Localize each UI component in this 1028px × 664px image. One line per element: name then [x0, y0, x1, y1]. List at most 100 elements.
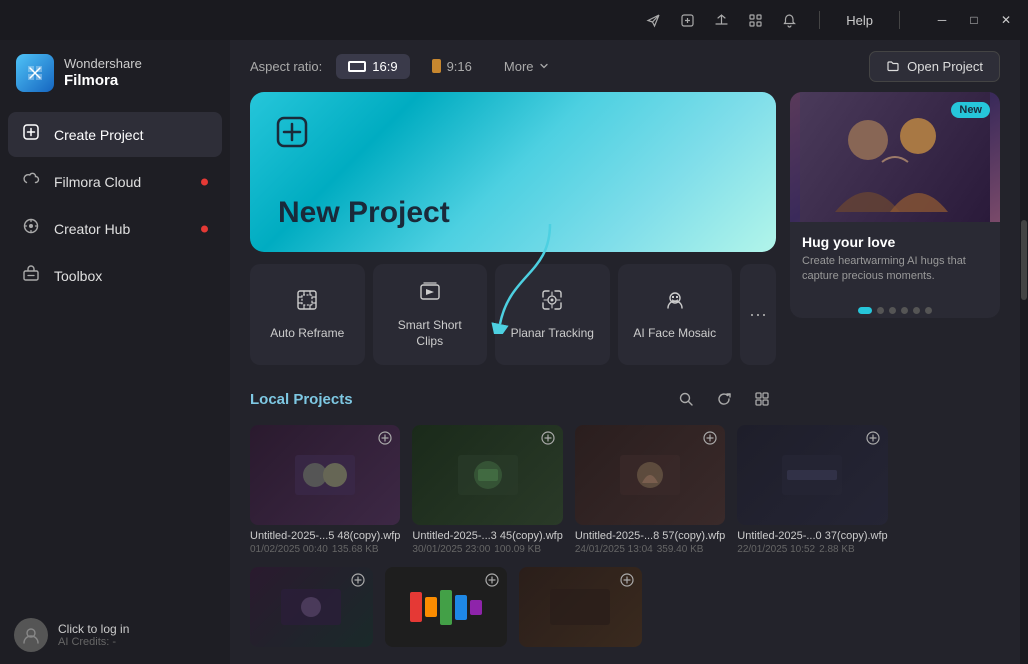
project-card-5[interactable] — [250, 567, 373, 647]
project-card-6[interactable] — [385, 567, 508, 647]
open-project-button[interactable]: Open Project — [869, 51, 1000, 82]
upload-icon-5 — [351, 573, 365, 590]
close-button[interactable]: ✕ — [992, 9, 1020, 31]
more-button[interactable]: More — [494, 54, 560, 79]
promo-dots — [790, 307, 1000, 314]
project-card-1[interactable]: Untitled-2025-...5 48(copy).wfp 01/02/20… — [250, 425, 400, 555]
project-card-3[interactable]: Untitled-2025-...8 57(copy).wfp 24/01/20… — [575, 425, 725, 555]
creator-hub-notification-dot — [201, 225, 208, 232]
aspect-16-9-label: 16:9 — [372, 59, 397, 74]
titlebar-divider — [819, 11, 820, 29]
auto-reframe-label: Auto Reframe — [270, 326, 344, 342]
help-button[interactable]: Help — [840, 11, 879, 30]
scrollbar-track[interactable] — [1020, 40, 1028, 664]
smart-short-clips-icon — [418, 280, 442, 310]
aspect-9-16-button[interactable]: 9:16 — [420, 54, 484, 79]
planar-tracking-label: Planar Tracking — [511, 326, 594, 342]
project-name-2: Untitled-2025-...3 45(copy).wfp — [412, 530, 562, 542]
promo-column: New — [790, 92, 1000, 647]
auto-reframe-icon — [295, 288, 319, 318]
aspect-tall-icon — [432, 59, 441, 73]
refresh-button[interactable] — [710, 385, 738, 413]
sidebar-footer[interactable]: Click to log in AI Credits: - — [0, 606, 230, 664]
project-thumbnail-5 — [250, 567, 373, 647]
sidebar-item-toolbox[interactable]: Toolbox — [8, 253, 222, 298]
more-tools-button[interactable]: ··· — [740, 264, 776, 365]
window-controls: ─ □ ✕ — [928, 9, 1020, 31]
sidebar-item-filmora-cloud[interactable]: Filmora Cloud — [8, 159, 222, 204]
credits-label: AI Credits: - — [58, 636, 129, 648]
ai-face-mosaic-label: AI Face Mosaic — [633, 326, 716, 342]
planar-tracking-icon — [540, 288, 564, 318]
promo-dot-1[interactable] — [858, 307, 872, 314]
sidebar-item-create-project[interactable]: Create Project — [8, 112, 222, 157]
promo-dot-3[interactable] — [889, 307, 896, 314]
project-card-7[interactable] — [519, 567, 642, 647]
new-project-banner[interactable]: New Project — [250, 92, 776, 252]
logo-text: Wondershare Filmora — [64, 56, 142, 90]
aspect-16-9-button[interactable]: 16:9 — [336, 54, 409, 79]
project-details-3: 24/01/2025 13:04 359.40 KB — [575, 544, 725, 555]
content-area: Aspect ratio: 16:9 9:16 More Open Projec… — [230, 40, 1020, 664]
project-card-2[interactable]: Untitled-2025-...3 45(copy).wfp 30/01/20… — [412, 425, 562, 555]
minimize-button[interactable]: ─ — [928, 9, 956, 31]
grid-icon[interactable] — [745, 10, 765, 30]
creator-hub-icon — [20, 217, 42, 240]
view-toggle-button[interactable] — [748, 385, 776, 413]
tool-card-auto-reframe[interactable]: Auto Reframe — [250, 264, 365, 365]
brand-name: Wondershare — [64, 56, 142, 72]
projects-grid: Untitled-2025-...5 48(copy).wfp 01/02/20… — [250, 425, 776, 555]
more-tools-icon: ··· — [749, 304, 767, 325]
product-name: Filmora — [64, 72, 142, 90]
bell-icon[interactable] — [779, 10, 799, 30]
project-thumbnail-6 — [385, 567, 508, 647]
upload-icon-2 — [541, 431, 555, 448]
maximize-button[interactable]: □ — [960, 9, 988, 31]
project-thumbnail-1 — [250, 425, 400, 525]
upload-icon-7 — [620, 573, 634, 590]
local-projects-title: Local Projects — [250, 391, 353, 408]
projects-grid-row2 — [250, 567, 776, 647]
app-logo-icon — [16, 54, 54, 92]
sidebar-item-label-toolbox: Toolbox — [54, 268, 102, 284]
open-project-label: Open Project — [907, 59, 983, 74]
local-projects-actions — [672, 385, 776, 413]
project-meta-1: Untitled-2025-...5 48(copy).wfp 01/02/20… — [250, 530, 400, 555]
project-name-3: Untitled-2025-...8 57(copy).wfp — [575, 530, 725, 542]
sidebar-item-label-create-project: Create Project — [54, 127, 143, 143]
tool-card-ai-face-mosaic[interactable]: AI Face Mosaic — [618, 264, 733, 365]
aspect-wide-icon — [348, 61, 366, 72]
sidebar-item-label-creator-hub: Creator Hub — [54, 221, 130, 237]
project-details-1: 01/02/2025 00:40 135.68 KB — [250, 544, 400, 555]
toolbar: Aspect ratio: 16:9 9:16 More Open Projec… — [230, 40, 1020, 92]
scrollbar-thumb[interactable] — [1021, 220, 1027, 300]
promo-dot-5[interactable] — [913, 307, 920, 314]
badge-icon[interactable] — [677, 10, 697, 30]
tool-card-planar-tracking[interactable]: Planar Tracking — [495, 264, 610, 365]
upload-icon[interactable] — [711, 10, 731, 30]
project-details-2: 30/01/2025 23:00 100.09 KB — [412, 544, 562, 555]
titlebar-divider-2 — [899, 11, 900, 29]
new-project-label: New Project — [278, 196, 450, 230]
user-avatar — [14, 618, 48, 652]
project-name-1: Untitled-2025-...5 48(copy).wfp — [250, 530, 400, 542]
new-project-plus-icon — [276, 116, 308, 155]
tool-card-smart-short-clips[interactable]: Smart Short Clips — [373, 264, 488, 365]
promo-dot-4[interactable] — [901, 307, 908, 314]
login-label: Click to log in — [58, 622, 129, 636]
promo-dot-2[interactable] — [877, 307, 884, 314]
send-icon[interactable] — [643, 10, 663, 30]
promo-body: Hug your love Create heartwarming AI hug… — [790, 222, 1000, 297]
upload-icon-1 — [378, 431, 392, 448]
local-projects-header: Local Projects — [250, 385, 776, 413]
sidebar-item-creator-hub[interactable]: Creator Hub — [8, 206, 222, 251]
aspect-ratio-label: Aspect ratio: — [250, 59, 322, 74]
create-project-icon — [20, 123, 42, 146]
inner-layout: New Project — [250, 92, 1000, 647]
promo-dot-6[interactable] — [925, 307, 932, 314]
main-layout: Wondershare Filmora Create Project — [0, 40, 1028, 664]
sidebar: Wondershare Filmora Create Project — [0, 40, 230, 664]
project-thumbnail-4 — [737, 425, 887, 525]
logo-area: Wondershare Filmora — [0, 40, 230, 112]
search-button[interactable] — [672, 385, 700, 413]
